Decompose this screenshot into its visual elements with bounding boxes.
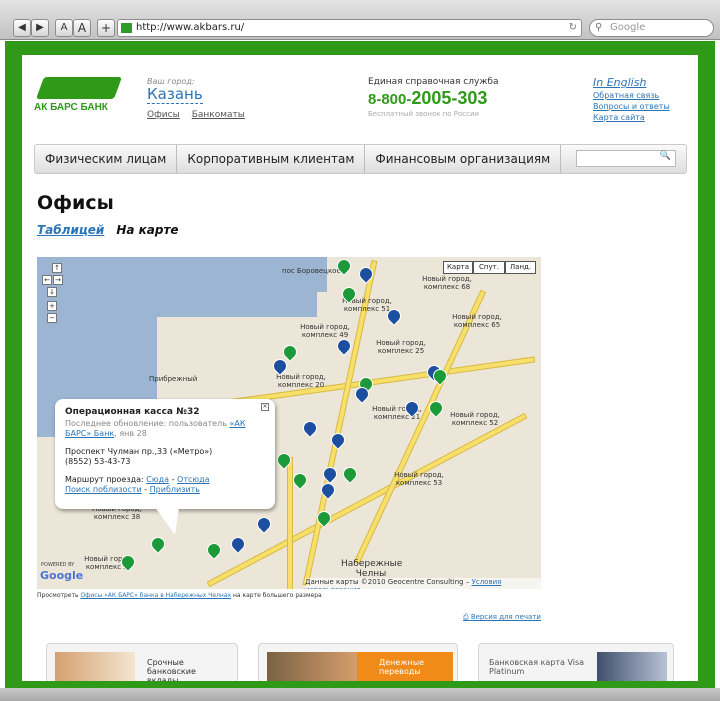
- city-selector[interactable]: Казань: [147, 85, 203, 104]
- route-from-link[interactable]: Отсюда: [177, 475, 210, 484]
- info-window: × Операционная касса №32 Последнее обнов…: [55, 399, 275, 535]
- tab-map: На карте: [116, 223, 179, 237]
- office-marker[interactable]: [204, 540, 224, 560]
- post-office-marker[interactable]: [254, 514, 274, 534]
- close-icon[interactable]: ×: [261, 403, 269, 411]
- map-type-terrain[interactable]: Ланд.: [505, 261, 536, 274]
- browser-window: ◀ ▶ A A + http://www.akbars.ru/↻ ⚲ Google…: [0, 0, 720, 701]
- promo-image: [55, 652, 135, 681]
- bank-name: АК БАРС БАНК: [34, 102, 108, 113]
- search-icon[interactable]: 🔍: [660, 151, 671, 161]
- road: [353, 289, 487, 565]
- offices-link[interactable]: Офисы: [147, 110, 180, 120]
- view-tabs: Таблицей На карте: [37, 223, 179, 237]
- promo-transfers[interactable]: Денежные переводы: [258, 643, 458, 681]
- promo-image: [597, 652, 667, 681]
- promo-visa-platinum[interactable]: Банковская карта Visa Platinum: [478, 643, 674, 681]
- map-label: Новый город, комплекс 53: [394, 471, 444, 487]
- nav-item-corporate[interactable]: Корпоративным клиентам: [177, 145, 366, 173]
- map-type-map[interactable]: Карта: [443, 261, 473, 274]
- office-title: Операционная касса №32: [65, 407, 200, 417]
- info-window-tail: [155, 507, 179, 535]
- map-label: Новый город, комплекс 52: [450, 411, 500, 427]
- promo-image: [267, 652, 357, 681]
- hotline-note: Бесплатный звонок по России: [368, 110, 480, 118]
- feedback-link[interactable]: Обратная связь: [593, 90, 670, 101]
- page-title: Офисы: [37, 192, 114, 214]
- print-version-link[interactable]: ⎙ Версия для печати: [463, 613, 541, 622]
- english-link[interactable]: In English: [593, 77, 670, 88]
- faq-link[interactable]: Вопросы и ответы: [593, 101, 670, 112]
- zoom-in-icon[interactable]: +: [47, 301, 57, 311]
- main-nav: Физическим лицам Корпоративным клиентам …: [34, 144, 687, 174]
- post-office-marker[interactable]: [320, 464, 340, 484]
- page-content: АК БАРС БАНК Ваш город: Казань Офисы Банк…: [22, 55, 698, 681]
- post-office-marker[interactable]: [300, 418, 320, 438]
- url-text: http://www.akbars.ru/: [136, 22, 245, 33]
- pan-down-icon[interactable]: ↓: [47, 287, 57, 297]
- route-to-link[interactable]: Сюда: [146, 475, 169, 484]
- map-copyright: Данные карты ©2010 Geocentre Consulting …: [305, 578, 541, 589]
- map-label: Новый город, комплекс 68: [422, 275, 472, 291]
- back-button[interactable]: ◀: [13, 19, 31, 37]
- utility-links: In English Обратная связь Вопросы и отве…: [593, 77, 670, 123]
- map-label: Новый город, комплекс 49: [300, 323, 350, 339]
- promo-text: Банковская карта Visa Platinum: [489, 658, 585, 676]
- browser-search-input[interactable]: ⚲ Google: [589, 19, 714, 37]
- map-label: Новый город, комплекс 65: [452, 313, 502, 329]
- office-address: Проспект Чулман пр.,33 («Метро»): [65, 447, 213, 456]
- google-logo[interactable]: Google: [40, 569, 83, 582]
- pan-up-icon[interactable]: ↑: [52, 263, 62, 273]
- promo-text: Денежные переводы: [379, 658, 424, 676]
- zoom-in-link[interactable]: Приблизить: [150, 485, 200, 494]
- promo-deposits[interactable]: Срочные банковские вклады: [46, 643, 238, 681]
- bank-logo[interactable]: АК БАРС БАНК: [34, 77, 123, 113]
- sitemap-link[interactable]: Карта сайта: [593, 112, 670, 123]
- reload-icon[interactable]: ↻: [569, 20, 577, 36]
- larger-map-link[interactable]: Офисы «АК БАРС» банка в Набережных Челна…: [80, 592, 231, 599]
- pan-left-icon[interactable]: ←: [42, 275, 52, 285]
- hotline-phone: 8-800-2005-303: [368, 88, 488, 108]
- map-label: Набережные Челны: [341, 559, 403, 579]
- map-label: Прибрежный: [149, 375, 198, 383]
- powered-by: POWERED BY: [41, 562, 75, 568]
- favicon: [121, 23, 132, 33]
- address-bar[interactable]: http://www.akbars.ru/ ↻: [117, 19, 582, 37]
- offices-map[interactable]: пос Боровецкое Новый город, комплекс 68 …: [37, 257, 541, 589]
- map-label: Новый город, комплекс 25: [376, 339, 426, 355]
- larger-map-note: Просмотреть Офисы «АК БАРС» банка в Набе…: [37, 592, 322, 599]
- atms-link[interactable]: Банкоматы: [192, 110, 245, 120]
- map-type-satellite[interactable]: Спут.: [473, 261, 505, 274]
- header-links: Офисы Банкоматы: [147, 110, 257, 120]
- tab-table[interactable]: Таблицей: [37, 223, 104, 237]
- nav-item-financial[interactable]: Финансовым организациям: [365, 145, 562, 173]
- office-marker[interactable]: [340, 464, 360, 484]
- zoom-out-icon[interactable]: −: [47, 313, 57, 323]
- office-marker[interactable]: [290, 470, 310, 490]
- text-larger-button[interactable]: A: [73, 19, 91, 37]
- office-marker[interactable]: [148, 534, 168, 554]
- map-label: пос Боровецкое: [282, 267, 341, 275]
- pan-right-icon[interactable]: →: [53, 275, 63, 285]
- promo-text: Срочные банковские вклады: [147, 658, 196, 681]
- printer-icon: ⎙: [463, 613, 471, 621]
- text-smaller-button[interactable]: A: [55, 19, 73, 37]
- nearby-search-link[interactable]: Поиск поблизости: [65, 485, 142, 494]
- forward-button[interactable]: ▶: [31, 19, 49, 37]
- add-bookmark-button[interactable]: +: [97, 19, 115, 37]
- site-search-input[interactable]: 🔍: [576, 150, 676, 167]
- search-icon: ⚲: [595, 22, 603, 33]
- browser-toolbar: ◀ ▶ A A + http://www.akbars.ru/ ↻ ⚲ Google: [0, 0, 720, 40]
- nav-item-individuals[interactable]: Физическим лицам: [35, 145, 178, 173]
- office-phone: (8552) 53-43-73: [65, 457, 131, 466]
- logo-mark: [35, 77, 123, 99]
- post-office-marker[interactable]: [228, 534, 248, 554]
- browser-status-bar: [0, 688, 720, 701]
- hotline-title: Единая справочная служба: [368, 77, 499, 87]
